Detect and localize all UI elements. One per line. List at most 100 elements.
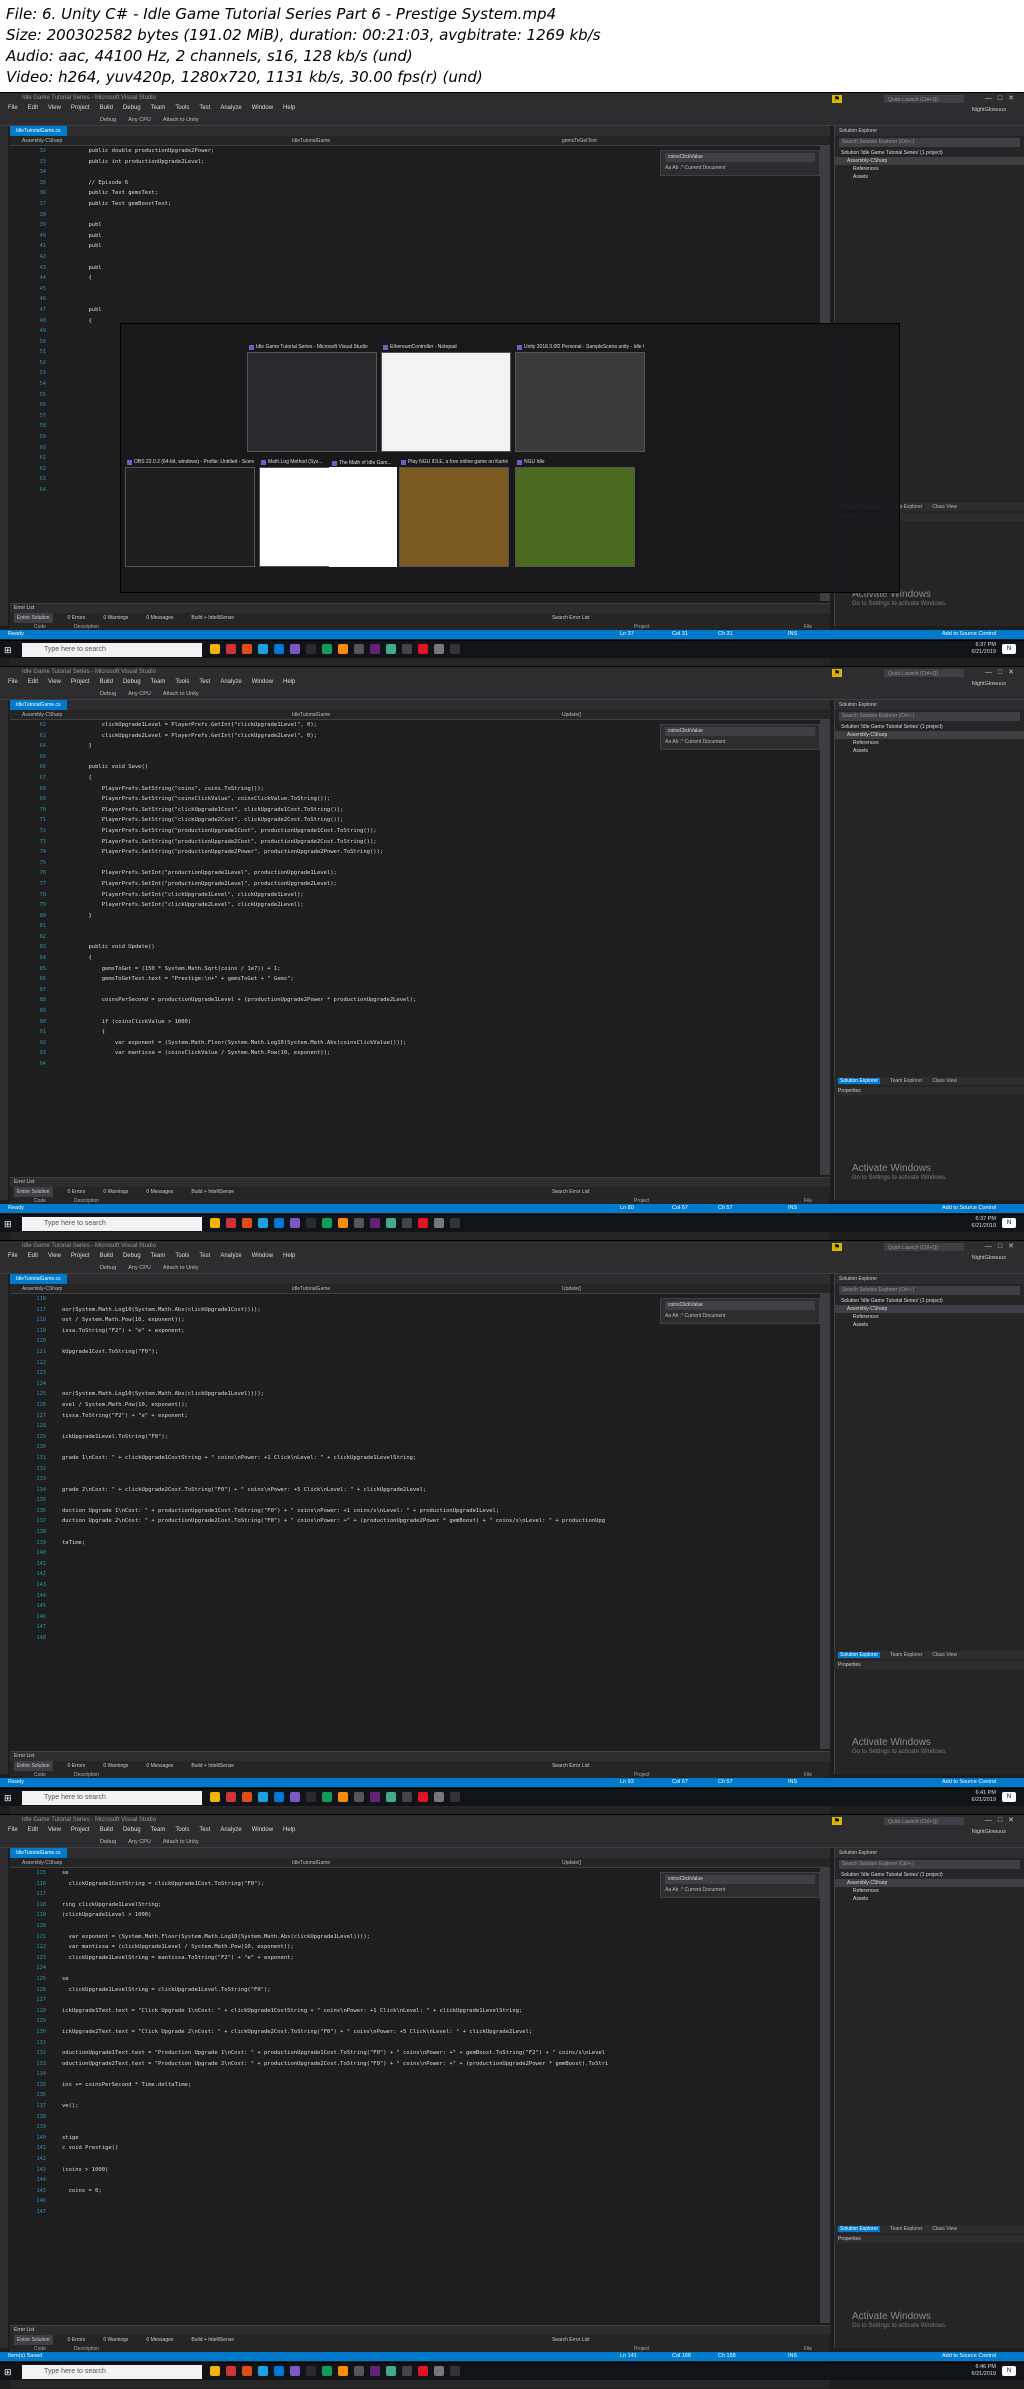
- solution-tree-item[interactable]: Assets: [835, 1895, 1024, 1903]
- error-scope-select[interactable]: Entire Solution: [14, 2335, 53, 2345]
- add-source-control-button[interactable]: Add to Source Control: [942, 630, 996, 639]
- taskbar-app-icon[interactable]: [418, 2366, 428, 2376]
- taskbar-app-icon[interactable]: [306, 2366, 316, 2376]
- add-source-control-button[interactable]: Add to Source Control: [942, 2352, 996, 2361]
- messages-filter[interactable]: 0 Messages: [143, 1761, 176, 1771]
- menu-item[interactable]: Help: [283, 105, 295, 111]
- toolbar-item[interactable]: Any CPU: [128, 117, 151, 123]
- start-icon[interactable]: ⊞: [4, 2367, 14, 2377]
- menu-item[interactable]: View: [48, 679, 61, 685]
- menu-item[interactable]: File: [8, 1253, 18, 1259]
- whole-word-icon[interactable]: Ab: [672, 1887, 680, 1893]
- user-name[interactable]: NightGlowuus: [972, 1829, 1006, 1835]
- taskbar-app-icon[interactable]: [354, 2366, 364, 2376]
- menu-item[interactable]: Analyze: [220, 1827, 241, 1833]
- start-icon[interactable]: ⊞: [4, 1793, 14, 1803]
- taskbar-app-icon[interactable]: [418, 1792, 428, 1802]
- taskbar-app-icon[interactable]: [226, 1218, 236, 1228]
- menu-item[interactable]: View: [48, 105, 61, 111]
- menu-item[interactable]: Test: [199, 679, 210, 685]
- menu-item[interactable]: Debug: [123, 679, 141, 685]
- menu-item[interactable]: Analyze: [220, 679, 241, 685]
- solution-tree-item[interactable]: Assets: [835, 1321, 1024, 1329]
- whole-word-icon[interactable]: Ab: [672, 165, 680, 171]
- system-clock[interactable]: 6:37 PM 6/21/2019: [972, 1216, 996, 1230]
- solution-tree-item[interactable]: Assembly-CSharp: [835, 731, 1024, 739]
- toolbar-item[interactable]: Any CPU: [128, 1839, 151, 1845]
- menu-item[interactable]: Team: [151, 679, 166, 685]
- taskbar-app-icon[interactable]: [402, 2366, 412, 2376]
- taskbar-app-icon[interactable]: [370, 644, 380, 654]
- menu-item[interactable]: Debug: [123, 1827, 141, 1833]
- taskbar-app-icon[interactable]: [242, 1218, 252, 1228]
- menu-item[interactable]: Build: [100, 1253, 113, 1259]
- window-thumbnail[interactable]: The Math of Idle Gam...: [329, 460, 397, 567]
- errors-filter[interactable]: 0 Errors: [65, 613, 89, 623]
- menu-item[interactable]: Tools: [175, 679, 189, 685]
- menu-item[interactable]: Tools: [175, 1827, 189, 1833]
- menu-item[interactable]: Project: [71, 1827, 90, 1833]
- editor-scrollbar[interactable]: [820, 720, 830, 1175]
- start-icon[interactable]: ⊞: [4, 645, 14, 655]
- error-search-input[interactable]: Search Error List: [549, 1187, 593, 1197]
- taskbar-app-icon[interactable]: [322, 1218, 332, 1228]
- system-clock[interactable]: 6:46 PM 6/21/2019: [972, 2364, 996, 2378]
- tab-idle-tutorial-game[interactable]: IdleTutorialGame.cs: [10, 1274, 67, 1284]
- menu-item[interactable]: Tools: [175, 105, 189, 111]
- system-clock[interactable]: 6:37 PM 6/21/2019: [972, 642, 996, 656]
- taskbar-app-icon[interactable]: [242, 2366, 252, 2376]
- toolbar-item[interactable]: Debug: [100, 1839, 116, 1845]
- taskbar-search-input[interactable]: Type here to search: [22, 1217, 202, 1231]
- code-editor[interactable]: 62 63 64 65 66 67 68 69 70 71 72 73 74 75 76 77 78 79 80 81…: [10, 720, 830, 1175]
- right-panel-tab[interactable]: Class View: [932, 2226, 957, 2232]
- find-input[interactable]: coinsClickValue: [665, 153, 815, 162]
- menu-item[interactable]: Analyze: [220, 105, 241, 111]
- find-scope[interactable]: Current Document: [684, 165, 725, 171]
- nav-member[interactable]: gemsToGetText: [550, 136, 820, 146]
- taskbar-app-icon[interactable]: [402, 1218, 412, 1228]
- nav-member[interactable]: Update(): [550, 710, 820, 720]
- taskbar-app-icon[interactable]: [226, 2366, 236, 2376]
- toolbar-item[interactable]: Attach to Unity: [163, 117, 199, 123]
- build-filter[interactable]: Build + IntelliSense: [188, 2335, 237, 2345]
- menu-item[interactable]: Build: [100, 1827, 113, 1833]
- code-editor[interactable]: 115 116 117 118 119 120 121 122 123 124 125 126 127 1…: [10, 1868, 830, 2323]
- menu-item[interactable]: Build: [100, 105, 113, 111]
- error-search-input[interactable]: Search Error List: [549, 613, 593, 623]
- build-filter[interactable]: Build + IntelliSense: [188, 1761, 237, 1771]
- taskbar-app-icon[interactable]: [450, 2366, 460, 2376]
- code-text[interactable]: se clickUpgrade1CostString = clickUpgrad…: [62, 1868, 822, 2323]
- toolbox-strip[interactable]: [0, 1848, 8, 2348]
- taskbar-app-icon[interactable]: [210, 1218, 220, 1228]
- nav-class[interactable]: IdleTutorialGame: [280, 1284, 550, 1294]
- menu-item[interactable]: Debug: [123, 105, 141, 111]
- taskbar-app-icon[interactable]: [434, 1218, 444, 1228]
- menu-item[interactable]: Project: [71, 105, 90, 111]
- find-input[interactable]: coinsClickValue: [665, 1875, 815, 1884]
- taskbar-app-icon[interactable]: [210, 2366, 220, 2376]
- menu-item[interactable]: Project: [71, 1253, 90, 1259]
- code-text[interactable]: clickUpgrade1Level = PlayerPrefs.GetInt(…: [62, 720, 822, 1175]
- nav-project[interactable]: Assembly-CSharp: [10, 136, 280, 146]
- errors-filter[interactable]: 0 Errors: [65, 2335, 89, 2345]
- whole-word-icon[interactable]: Ab: [672, 1313, 680, 1319]
- solution-tree-item[interactable]: References: [835, 1313, 1024, 1321]
- nav-member[interactable]: Update(): [550, 1858, 820, 1868]
- taskbar-app-icon[interactable]: [242, 1792, 252, 1802]
- notification-center-icon[interactable]: N: [1002, 2366, 1016, 2376]
- editor-scrollbar[interactable]: [820, 1868, 830, 2323]
- taskbar-app-icon[interactable]: [402, 1792, 412, 1802]
- taskbar-app-icon[interactable]: [210, 1792, 220, 1802]
- solution-search-input[interactable]: Search Solution Explorer (Ctrl+;): [839, 138, 1020, 147]
- right-panel-tab[interactable]: Class View: [932, 1652, 957, 1658]
- warnings-filter[interactable]: 0 Warnings: [100, 2335, 131, 2345]
- taskbar-app-icon[interactable]: [418, 1218, 428, 1228]
- toolbox-strip[interactable]: [0, 700, 8, 1200]
- error-scope-select[interactable]: Entire Solution: [14, 1761, 53, 1771]
- taskbar-app-icon[interactable]: [242, 644, 252, 654]
- taskbar-app-icon[interactable]: [386, 644, 396, 654]
- toolbar-item[interactable]: Attach to Unity: [163, 691, 199, 697]
- taskbar-app-icon[interactable]: [290, 2366, 300, 2376]
- taskbar-app-icon[interactable]: [274, 1218, 284, 1228]
- taskbar-app-icon[interactable]: [258, 2366, 268, 2376]
